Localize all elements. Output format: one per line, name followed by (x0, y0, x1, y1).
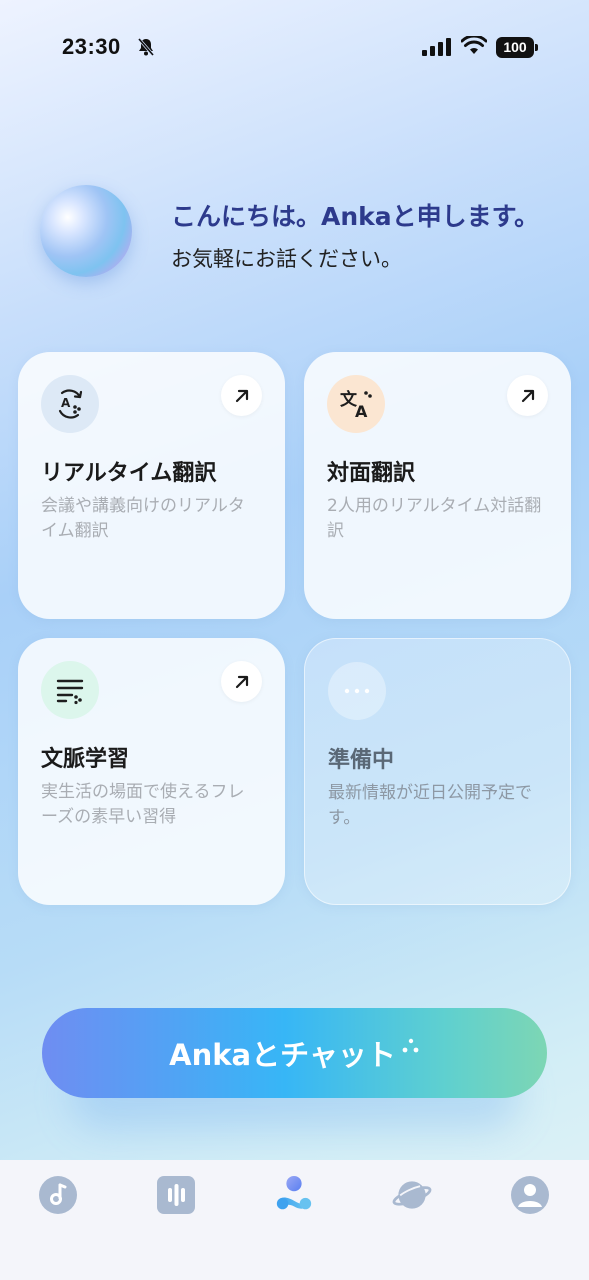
tab-music[interactable] (38, 1175, 78, 1215)
svg-text:A: A (61, 396, 71, 410)
card-description: 実生活の場面で使えるフレーズの素早い習得 (41, 782, 245, 827)
status-time: 23:30 (62, 34, 121, 59)
tab-audio[interactable] (156, 1175, 196, 1215)
arrow-up-right-icon[interactable] (221, 661, 262, 702)
card-title: 文脈学習 (41, 747, 130, 772)
arrow-up-right-icon[interactable] (221, 375, 262, 416)
card-face-to-face-translation[interactable]: 文 A 対面翻訳 2人用のリアルタイム対話翻訳 (304, 352, 571, 619)
card-description: 2人用のリアルタイム対話翻訳 (327, 496, 542, 541)
svg-text:A: A (355, 402, 368, 421)
bell-slash-icon (137, 38, 155, 56)
text-lines-icon (41, 661, 99, 719)
tab-anka-home[interactable] (274, 1175, 314, 1215)
tab-explore[interactable] (392, 1175, 432, 1215)
greeting-title: こんにちは。Ankaと申します。 (171, 202, 540, 231)
audio-bars-icon (157, 1176, 195, 1214)
battery-icon: 100 (496, 37, 538, 58)
card-title: 準備中 (328, 748, 395, 773)
card-coming-soon: 準備中 最新情報が近日公開予定です。 (304, 638, 571, 905)
profile-icon (511, 1176, 549, 1214)
chat-button-label: Ankaとチャット (169, 1038, 396, 1072)
translate-sync-icon: A (41, 375, 99, 433)
signal-icon (422, 38, 451, 56)
tab-profile[interactable] (510, 1175, 550, 1215)
planet-icon (392, 1181, 432, 1209)
chat-with-anka-button[interactable]: Ankaとチャット (42, 1008, 547, 1098)
card-title: 対面翻訳 (327, 461, 416, 486)
more-dots-icon (328, 662, 386, 720)
anka-avatar-orb (40, 185, 132, 277)
sparkle-icon (402, 1038, 419, 1053)
arrow-up-right-icon[interactable] (507, 375, 548, 416)
card-context-learning[interactable]: 文脈学習 実生活の場面で使えるフレーズの素早い習得 (18, 638, 285, 905)
greeting-subtitle: お気軽にお話ください。 (171, 247, 402, 271)
music-note-icon (39, 1176, 77, 1214)
card-description: 最新情報が近日公開予定です。 (328, 783, 532, 828)
language-icon: 文 A (327, 375, 385, 433)
status-bar: 23:30 100 (0, 0, 589, 95)
battery-level: 100 (496, 37, 534, 58)
card-realtime-translation[interactable]: A リアルタイム翻訳 会議や講義向けのリアルタイム翻訳 (18, 352, 285, 619)
card-title: リアルタイム翻訳 (41, 461, 217, 486)
card-description: 会議や講義向けのリアルタイム翻訳 (41, 496, 245, 541)
anka-home-icon (276, 1175, 312, 1210)
wifi-icon (461, 36, 487, 54)
